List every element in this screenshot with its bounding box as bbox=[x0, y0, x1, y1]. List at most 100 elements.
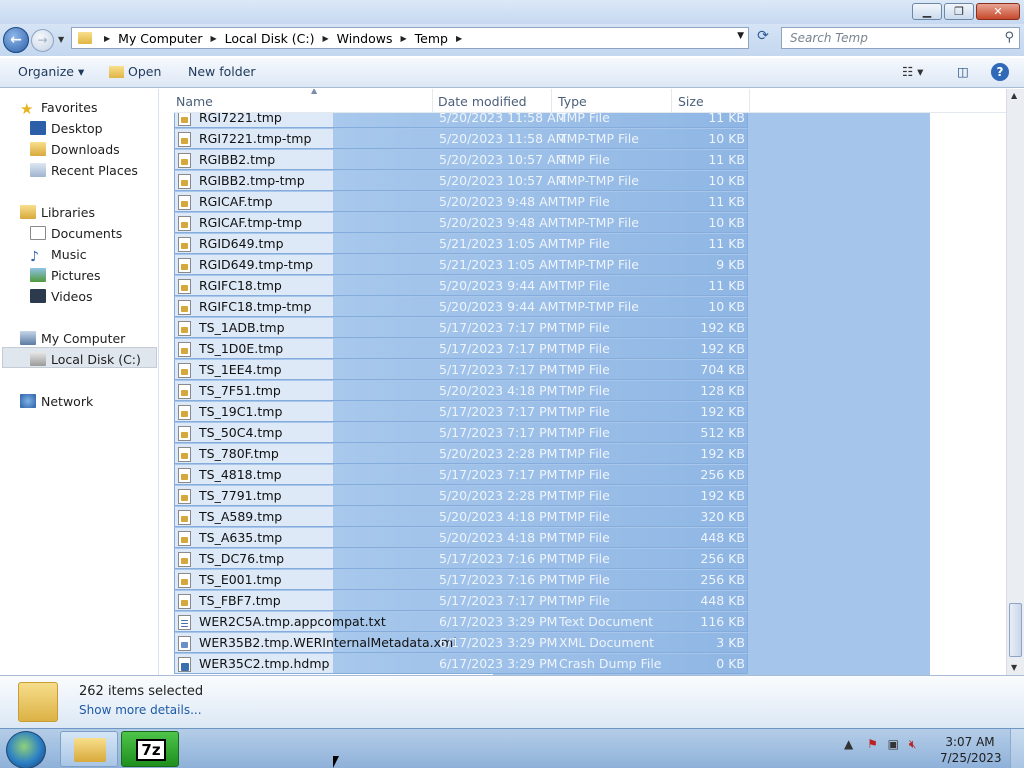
taskbar-explorer[interactable] bbox=[60, 731, 118, 767]
chevron-right-icon[interactable]: ▶ bbox=[456, 34, 462, 43]
open-button[interactable]: Open bbox=[109, 64, 161, 79]
file-date: 5/17/2023 7:17 PM bbox=[439, 467, 558, 482]
column-divider[interactable] bbox=[749, 89, 750, 113]
sidebar-item-libraries[interactable]: Libraries bbox=[20, 205, 95, 220]
file-row[interactable]: RGID649.tmp-tmp 5/21/2023 1:05 AM TMP-TMP … bbox=[174, 254, 748, 275]
file-date: 5/17/2023 7:16 PM bbox=[439, 551, 558, 566]
network-status-icon[interactable]: ▣ bbox=[888, 737, 899, 751]
file-row[interactable]: RGICAF.tmp-tmp 5/20/2023 9:48 AM TMP-TMP F… bbox=[174, 212, 748, 233]
chevron-right-icon[interactable]: ▶ bbox=[104, 34, 110, 43]
preview-pane-icon[interactable]: ◫ bbox=[957, 64, 969, 79]
sidebar-item-downloads[interactable]: Downloads bbox=[30, 142, 120, 157]
view-options-icon[interactable]: ☷ ▾ bbox=[902, 64, 923, 79]
scroll-up-icon[interactable]: ▲ bbox=[1011, 91, 1017, 100]
breadcrumb-windows[interactable]: Windows bbox=[337, 31, 393, 46]
sidebar-item-documents[interactable]: Documents bbox=[30, 226, 122, 241]
clock[interactable]: 3:07 AM 7/25/2023 bbox=[940, 734, 1002, 766]
search-icon[interactable]: ⚲ bbox=[1004, 30, 1014, 45]
breadcrumb-local-disk[interactable]: Local Disk (C:) bbox=[225, 31, 315, 46]
address-dropdown-icon[interactable]: ▼ bbox=[737, 31, 744, 41]
chevron-right-icon[interactable]: ▶ bbox=[400, 34, 406, 43]
breadcrumb-my-computer[interactable]: My Computer bbox=[118, 31, 202, 46]
file-row[interactable]: TS_7F51.tmp 5/20/2023 4:18 PM TMP File 128 … bbox=[174, 380, 748, 401]
close-button[interactable]: ✕ bbox=[976, 3, 1020, 20]
scroll-down-icon[interactable]: ▼ bbox=[1011, 663, 1017, 672]
sidebar-item-desktop[interactable]: Desktop bbox=[30, 121, 103, 136]
breadcrumb-temp[interactable]: Temp bbox=[415, 31, 448, 46]
file-row[interactable]: TS_A635.tmp 5/20/2023 4:18 PM TMP File 448 … bbox=[174, 527, 748, 548]
show-hidden-icons-icon[interactable]: ▲ bbox=[844, 737, 853, 751]
file-row[interactable]: WER35C2.tmp.hdmp 6/17/2023 3:29 PM Crash D… bbox=[174, 653, 748, 674]
column-header-type[interactable]: Type bbox=[558, 94, 587, 109]
sidebar-item-videos[interactable]: Videos bbox=[30, 289, 93, 304]
new-folder-button[interactable]: New folder bbox=[188, 64, 256, 79]
volume-muted-icon[interactable]: 🔇︎ bbox=[909, 737, 917, 751]
file-size: 192 KB bbox=[700, 446, 745, 461]
show-desktop-button[interactable] bbox=[1010, 729, 1024, 768]
file-row[interactable]: TS_7791.tmp 5/20/2023 2:28 PM TMP File 192 … bbox=[174, 485, 748, 506]
sidebar-item-local-disk[interactable]: Local Disk (C:) bbox=[30, 352, 141, 367]
organize-button[interactable]: Organize ▾ bbox=[18, 64, 84, 79]
file-row[interactable]: TS_1ADB.tmp 5/17/2023 7:17 PM TMP File 192 … bbox=[174, 317, 748, 338]
minimize-button[interactable]: ▁ bbox=[912, 3, 942, 20]
scroll-thumb[interactable] bbox=[1009, 603, 1022, 657]
column-header-date[interactable]: Date modified bbox=[438, 94, 527, 109]
search-input[interactable]: Search Temp ⚲ bbox=[781, 27, 1020, 49]
file-row[interactable]: RGIBB2.tmp-tmp 5/20/2023 10:57 AM TMP-TMP … bbox=[174, 170, 748, 191]
maximize-button[interactable]: ❐ bbox=[944, 3, 974, 20]
file-type: TMP File bbox=[559, 530, 610, 545]
file-row[interactable]: TS_4818.tmp 5/17/2023 7:17 PM TMP File 256 … bbox=[174, 464, 748, 485]
sidebar-item-recent-places[interactable]: Recent Places bbox=[30, 163, 138, 178]
file-row[interactable]: RGI7221.tmp-tmp 5/20/2023 11:58 AM TMP-TMP… bbox=[174, 128, 748, 149]
column-header-size[interactable]: Size bbox=[678, 94, 704, 109]
action-center-icon[interactable]: ⚑ bbox=[867, 737, 878, 751]
refresh-icon[interactable]: ⟳ bbox=[752, 28, 774, 48]
column-header-name[interactable]: Name bbox=[176, 94, 213, 109]
back-button[interactable]: ← bbox=[3, 27, 29, 53]
sidebar-item-network[interactable]: Network bbox=[20, 394, 93, 409]
file-date: 5/20/2023 4:18 PM bbox=[439, 383, 558, 398]
file-date: 6/17/2023 3:29 PM bbox=[439, 635, 558, 650]
chevron-right-icon[interactable]: ▶ bbox=[323, 34, 329, 43]
file-row[interactable]: TS_50C4.tmp 5/17/2023 7:17 PM TMP File 512 … bbox=[174, 422, 748, 443]
file-row[interactable]: WER35B2.tmp.WERInternalMetadata.xml 6/17/… bbox=[174, 632, 748, 653]
file-row[interactable]: TS_DC76.tmp 5/17/2023 7:16 PM TMP File 256 … bbox=[174, 548, 748, 569]
file-row[interactable]: TS_FBF7.tmp 5/17/2023 7:17 PM TMP File 448 … bbox=[174, 590, 748, 611]
file-row[interactable]: RGIFC18.tmp 5/20/2023 9:44 AM TMP File 11 K… bbox=[174, 275, 748, 296]
title-bar[interactable]: ▁ ❐ ✕ bbox=[0, 0, 1024, 24]
file-row[interactable]: TS_1D0E.tmp 5/17/2023 7:17 PM TMP File 192 … bbox=[174, 338, 748, 359]
help-icon[interactable]: ? bbox=[991, 63, 1009, 81]
sidebar-item-my-computer[interactable]: My Computer bbox=[20, 331, 125, 346]
taskbar-7zip[interactable]: 7z bbox=[121, 731, 179, 767]
file-row[interactable]: RGID649.tmp 5/21/2023 1:05 AM TMP File 11 K… bbox=[174, 233, 748, 254]
file-row[interactable]: RGICAF.tmp 5/20/2023 9:48 AM TMP File 11 KB bbox=[174, 191, 748, 212]
column-divider[interactable] bbox=[671, 89, 672, 113]
file-size: 11 KB bbox=[708, 236, 745, 251]
file-row[interactable]: TS_780F.tmp 5/20/2023 2:28 PM TMP File 192 … bbox=[174, 443, 748, 464]
column-divider[interactable] bbox=[551, 89, 552, 113]
sidebar-item-music[interactable]: ♪ Music bbox=[30, 247, 87, 265]
forward-button[interactable]: → bbox=[31, 29, 54, 52]
file-row[interactable]: WER2C5A.tmp.appcompat.txt 6/17/2023 3:29 … bbox=[174, 611, 748, 632]
address-bar[interactable]: ▶ My Computer ▶ Local Disk (C:) ▶ Window… bbox=[71, 27, 749, 49]
show-more-details-link[interactable]: Show more details... bbox=[79, 703, 202, 717]
start-button[interactable] bbox=[6, 731, 46, 768]
file-row[interactable]: TS_A589.tmp 5/20/2023 4:18 PM TMP File 320 … bbox=[174, 506, 748, 527]
sidebar-item-favorites[interactable]: ★ Favorites bbox=[20, 100, 97, 118]
file-row[interactable]: TS_19C1.tmp 5/17/2023 7:17 PM TMP File 192 … bbox=[174, 401, 748, 422]
column-divider[interactable] bbox=[432, 89, 433, 113]
file-row[interactable]: TS_1EE4.tmp 5/17/2023 7:17 PM TMP File 704 … bbox=[174, 359, 748, 380]
tmp-file-icon bbox=[178, 132, 191, 147]
sidebar-label: Videos bbox=[51, 289, 93, 304]
chevron-right-icon[interactable]: ▶ bbox=[210, 34, 216, 43]
file-row[interactable]: RGIFC18.tmp-tmp 5/20/2023 9:44 AM TMP-TMP … bbox=[174, 296, 748, 317]
tmp-file-icon bbox=[178, 552, 191, 567]
breadcrumb: ▶ My Computer ▶ Local Disk (C:) ▶ Window… bbox=[96, 31, 470, 46]
vertical-scrollbar[interactable]: ▲ ▼ bbox=[1006, 89, 1024, 675]
sidebar-label: Desktop bbox=[51, 121, 103, 136]
file-row[interactable]: RGIBB2.tmp 5/20/2023 10:57 AM TMP File 11 K… bbox=[174, 149, 748, 170]
sidebar-item-pictures[interactable]: Pictures bbox=[30, 268, 101, 283]
file-row[interactable]: TS_E001.tmp 5/17/2023 7:16 PM TMP File 256 … bbox=[174, 569, 748, 590]
file-name: WER35B2.tmp.WERInternalMetadata.xml bbox=[199, 635, 457, 650]
recent-pages-dropdown-icon[interactable]: ▼ bbox=[58, 35, 64, 44]
